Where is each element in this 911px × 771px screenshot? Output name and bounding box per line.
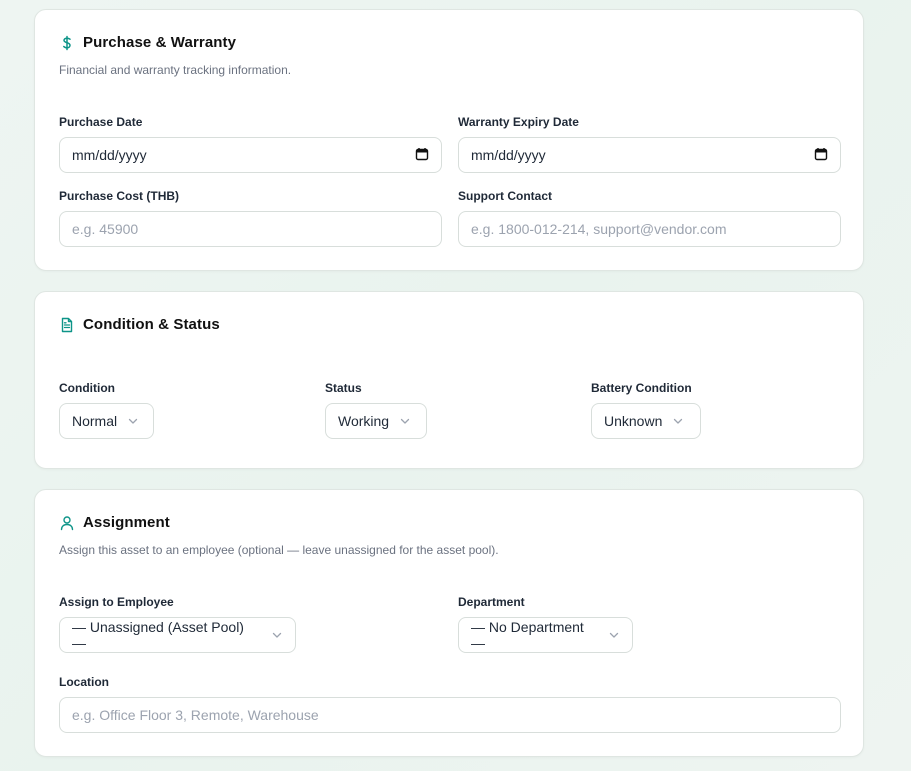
document-icon xyxy=(59,317,75,333)
purchase-date-value: mm/dd/yyyy xyxy=(72,147,147,163)
battery-condition-value: Unknown xyxy=(604,413,663,429)
chevron-down-icon xyxy=(399,415,411,427)
battery-condition-select[interactable]: Unknown xyxy=(591,403,701,439)
assignment-header: Assignment xyxy=(59,514,170,531)
purchase-cost-label: Purchase Cost (THB) xyxy=(59,189,180,203)
user-icon xyxy=(59,515,75,531)
support-contact-placeholder: e.g. 1800-012-214, support@vendor.com xyxy=(471,221,727,237)
chevron-down-icon xyxy=(271,629,283,641)
purchase-date-label: Purchase Date xyxy=(59,115,143,129)
warranty-date-value: mm/dd/yyyy xyxy=(471,147,546,163)
department-value: — No Department — xyxy=(471,619,584,651)
purchase-cost-placeholder: e.g. 45900 xyxy=(72,221,139,237)
chevron-down-icon xyxy=(127,415,139,427)
chevron-down-icon xyxy=(672,415,684,427)
support-contact-label: Support Contact xyxy=(458,189,552,203)
condition-status-card: Condition & Status Condition Normal Stat… xyxy=(34,291,864,469)
card-description: Assign this asset to an employee (option… xyxy=(59,543,499,557)
location-placeholder: e.g. Office Floor 3, Remote, Warehouse xyxy=(72,707,319,723)
warranty-date-input[interactable]: mm/dd/yyyy xyxy=(458,137,841,173)
purchase-cost-input[interactable]: e.g. 45900 xyxy=(59,211,442,247)
dollar-icon xyxy=(59,35,75,51)
status-label: Status xyxy=(325,381,362,395)
card-title: Purchase & Warranty xyxy=(83,34,237,51)
location-input[interactable]: e.g. Office Floor 3, Remote, Warehouse xyxy=(59,697,841,733)
status-select[interactable]: Working xyxy=(325,403,427,439)
card-description: Financial and warranty tracking informat… xyxy=(59,63,292,77)
purchase-warranty-header: Purchase & Warranty xyxy=(59,34,236,51)
assign-employee-label: Assign to Employee xyxy=(59,595,174,609)
condition-status-header: Condition & Status xyxy=(59,316,220,333)
status-value: Working xyxy=(338,413,390,429)
assign-employee-select[interactable]: — Unassigned (Asset Pool) — xyxy=(59,617,296,653)
location-label: Location xyxy=(59,675,109,689)
battery-condition-label: Battery Condition xyxy=(591,381,692,395)
card-title: Condition & Status xyxy=(83,316,220,333)
chevron-down-icon xyxy=(608,629,620,641)
warranty-date-label: Warranty Expiry Date xyxy=(458,115,579,129)
department-label: Department xyxy=(458,595,525,609)
condition-value: Normal xyxy=(72,413,118,429)
support-contact-input[interactable]: e.g. 1800-012-214, support@vendor.com xyxy=(458,211,841,247)
condition-select[interactable]: Normal xyxy=(59,403,154,439)
condition-label: Condition xyxy=(59,381,115,395)
calendar-icon[interactable] xyxy=(814,147,828,164)
assignment-card: Assignment Assign this asset to an emplo… xyxy=(34,489,864,757)
department-select[interactable]: — No Department — xyxy=(458,617,633,653)
calendar-icon[interactable] xyxy=(415,147,429,164)
card-title: Assignment xyxy=(83,514,170,531)
purchase-date-input[interactable]: mm/dd/yyyy xyxy=(59,137,442,173)
assign-employee-value: — Unassigned (Asset Pool) — xyxy=(72,619,244,651)
purchase-warranty-card: Purchase & Warranty Financial and warran… xyxy=(34,9,864,271)
